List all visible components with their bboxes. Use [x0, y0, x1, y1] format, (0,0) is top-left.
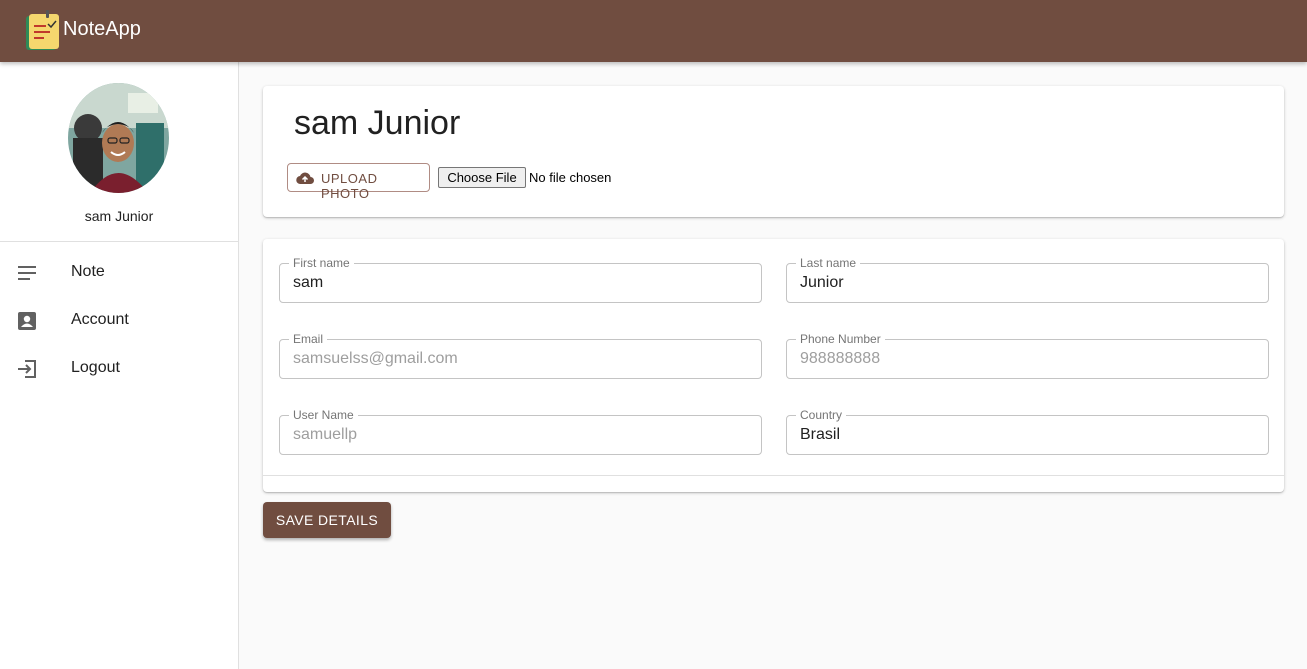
phone-number-label: Phone Number — [796, 332, 885, 346]
user-name-value: samuellp — [293, 426, 358, 443]
last-name-label: Last name — [796, 256, 861, 270]
phone-number-value: 988888888 — [800, 350, 881, 367]
user-name-label: User Name — [289, 408, 358, 422]
sidebar: sam Junior Note Account Logout — [0, 62, 239, 669]
first-name-value: sam — [293, 274, 324, 291]
user-name-field[interactable]: User Name samuellp — [279, 408, 762, 455]
sidebar-item-account[interactable]: Account — [0, 297, 238, 345]
user-photo — [68, 83, 169, 193]
notepad-logo-icon — [26, 10, 59, 50]
sidebar-item-label: Logout — [71, 359, 120, 376]
profile-name: sam Junior — [294, 104, 461, 142]
avatar — [68, 83, 169, 193]
profile-card: sam Junior UPLOAD PHOTO Choose File No f… — [263, 86, 1284, 217]
form-divider — [263, 475, 1284, 476]
last-name-field[interactable]: Last name Junior — [786, 256, 1269, 303]
sidebar-item-logout[interactable]: Logout — [0, 345, 238, 393]
sidebar-username: sam Junior — [84, 208, 154, 224]
sidebar-item-label: Account — [71, 311, 129, 328]
last-name-value: Junior — [800, 274, 844, 291]
country-field[interactable]: Country Brasil — [786, 408, 1269, 455]
country-value: Brasil — [800, 426, 841, 443]
logout-icon — [18, 360, 36, 378]
app-bar: NoteApp — [0, 0, 1307, 62]
account-box-icon — [18, 312, 36, 330]
email-value: samsuelss@gmail.com — [293, 350, 458, 367]
first-name-label: First name — [289, 256, 354, 270]
file-status: No file chosen — [529, 170, 612, 185]
country-label: Country — [796, 408, 847, 422]
email-label: Email — [289, 332, 328, 346]
notes-icon — [18, 266, 36, 280]
sidebar-divider — [0, 241, 238, 242]
save-details-button[interactable]: SAVE DETAILS — [263, 502, 391, 538]
app-title: NoteApp — [63, 18, 141, 40]
phone-number-field[interactable]: Phone Number 988888888 — [786, 332, 1269, 379]
details-form-card: First name sam Last name Junior Email sa… — [263, 239, 1284, 492]
first-name-field[interactable]: First name sam — [279, 256, 762, 303]
sidebar-item-note[interactable]: Note — [0, 249, 238, 297]
cloud-upload-icon — [296, 172, 314, 185]
upload-photo-label: UPLOAD PHOTO — [321, 171, 378, 201]
email-field[interactable]: Email samsuelss@gmail.com — [279, 332, 762, 379]
sidebar-item-label: Note — [71, 263, 105, 280]
upload-photo-button[interactable]: UPLOAD PHOTO — [287, 163, 430, 201]
choose-file-button[interactable]: Choose File — [438, 167, 526, 188]
